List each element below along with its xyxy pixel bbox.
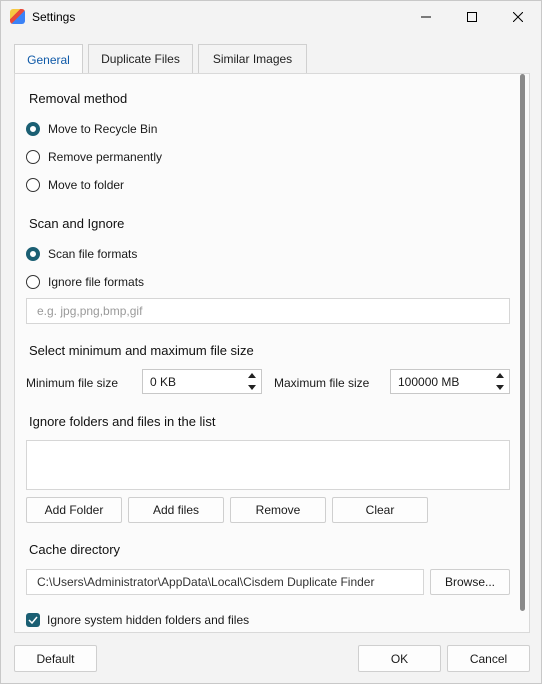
hidden-files-label: Ignore system hidden folders and files: [47, 613, 250, 627]
add-folder-button[interactable]: Add Folder: [26, 497, 122, 523]
app-icon: [10, 9, 25, 24]
spin-arrows-icon[interactable]: [496, 372, 506, 391]
scan-ignore-heading: Scan and Ignore: [29, 216, 125, 231]
max-size-label: Maximum file size: [274, 376, 370, 390]
radio-remove-permanently[interactable]: Remove permanently: [26, 148, 162, 166]
min-size-value: 0 KB: [150, 374, 177, 389]
radio-move-to-folder[interactable]: Move to folder: [26, 176, 124, 194]
cache-directory-heading: Cache directory: [29, 542, 121, 557]
cache-path-value: C:\Users\Administrator\AppData\Local\Cis…: [37, 575, 375, 589]
radio-selected-icon: [26, 122, 40, 136]
ignore-list-heading: Ignore folders and files in the list: [29, 414, 216, 429]
settings-window: Settings General Duplicate Files Similar…: [0, 0, 542, 684]
ignore-list-box[interactable]: [26, 440, 510, 490]
tab-similar-images[interactable]: Similar Images: [198, 44, 307, 73]
radio-unselected-icon: [26, 150, 40, 164]
tab-general[interactable]: General: [14, 44, 83, 74]
maximize-button[interactable]: [449, 1, 495, 33]
file-formats-input[interactable]: e.g. jpg,png,bmp,gif: [26, 298, 510, 324]
radio-ignore-file-formats[interactable]: Ignore file formats: [26, 273, 144, 291]
browse-button[interactable]: Browse...: [430, 569, 510, 595]
ok-button[interactable]: OK: [358, 645, 441, 672]
max-size-value: 100000 MB: [398, 374, 460, 389]
checkbox-checked-icon: [26, 613, 40, 627]
title-bar: Settings: [1, 1, 541, 33]
min-size-label: Minimum file size: [26, 376, 119, 390]
min-size-spinbox[interactable]: 0 KB: [142, 369, 262, 394]
cache-path-field[interactable]: C:\Users\Administrator\AppData\Local\Cis…: [26, 569, 424, 595]
radio-label: Remove permanently: [48, 150, 163, 164]
file-formats-placeholder: e.g. jpg,png,bmp,gif: [37, 304, 143, 318]
radio-scan-file-formats[interactable]: Scan file formats: [26, 245, 137, 263]
spin-arrows-icon[interactable]: [248, 372, 258, 391]
hidden-files-checkbox[interactable]: Ignore system hidden folders and files: [26, 611, 249, 629]
radio-label: Ignore file formats: [48, 275, 145, 289]
radio-unselected-icon: [26, 275, 40, 289]
radio-label: Move to folder: [48, 178, 125, 192]
radio-label: Move to Recycle Bin: [48, 122, 158, 136]
radio-label: Scan file formats: [48, 247, 138, 261]
close-icon: [513, 12, 523, 22]
minimize-button[interactable]: [403, 1, 449, 33]
remove-button[interactable]: Remove: [230, 497, 326, 523]
close-button[interactable]: [495, 1, 541, 33]
minimize-icon: [421, 16, 431, 18]
max-size-spinbox[interactable]: 100000 MB: [390, 369, 510, 394]
radio-move-to-recycle-bin[interactable]: Move to Recycle Bin: [26, 120, 157, 138]
cancel-button[interactable]: Cancel: [447, 645, 530, 672]
default-button[interactable]: Default: [14, 645, 97, 672]
clear-button[interactable]: Clear: [332, 497, 428, 523]
file-size-heading: Select minimum and maximum file size: [29, 343, 254, 358]
panel-scrollbar[interactable]: [520, 74, 525, 611]
radio-unselected-icon: [26, 178, 40, 192]
window-title: Settings: [32, 10, 76, 24]
radio-selected-icon: [26, 247, 40, 261]
add-files-button[interactable]: Add files: [128, 497, 224, 523]
tab-duplicate-files[interactable]: Duplicate Files: [88, 44, 193, 73]
maximize-icon: [467, 12, 477, 22]
removal-method-heading: Removal method: [29, 91, 128, 106]
